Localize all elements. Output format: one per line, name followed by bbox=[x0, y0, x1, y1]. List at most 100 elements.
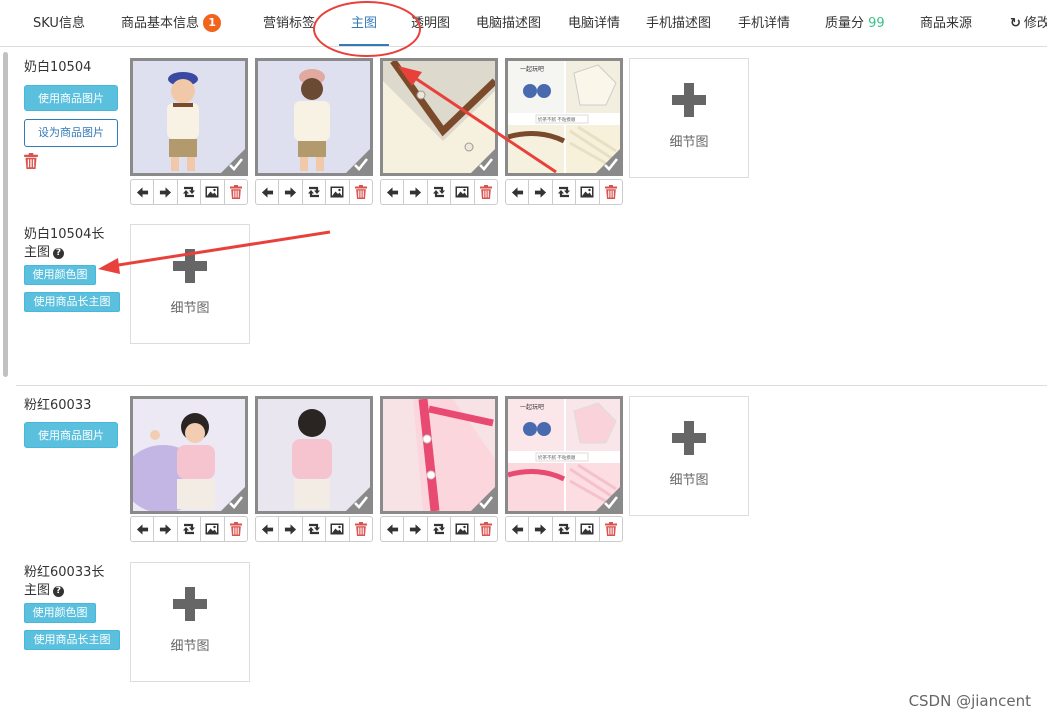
move-left-button[interactable] bbox=[256, 517, 280, 541]
edit-picture-button[interactable] bbox=[326, 517, 350, 541]
move-right-button[interactable] bbox=[404, 180, 428, 204]
scrollbar-thumb[interactable] bbox=[3, 52, 8, 377]
set-product-images-button[interactable]: 设为商品图片 bbox=[24, 119, 118, 147]
use-color-image-button[interactable]: 使用颜色图 bbox=[24, 265, 96, 285]
delete-image-button[interactable] bbox=[350, 517, 372, 541]
tab-transparent-image[interactable]: 透明图 bbox=[411, 0, 450, 46]
delete-image-button[interactable] bbox=[600, 180, 622, 204]
replace-button[interactable] bbox=[428, 517, 452, 541]
edit-picture-button[interactable] bbox=[576, 517, 600, 541]
trash-icon bbox=[354, 522, 367, 536]
add-long-image-button[interactable]: 细节图 bbox=[130, 562, 250, 682]
tab-edit[interactable]: ↻ 修改 bbox=[1010, 0, 1047, 46]
add-detail-image-button[interactable]: 细节图 bbox=[629, 58, 749, 178]
move-left-button[interactable] bbox=[506, 180, 530, 204]
selected-check-icon bbox=[343, 484, 370, 511]
edit-picture-button[interactable] bbox=[451, 517, 475, 541]
edit-picture-button[interactable] bbox=[576, 180, 600, 204]
delete-image-button[interactable] bbox=[225, 517, 247, 541]
move-left-button[interactable] bbox=[506, 517, 530, 541]
use-color-image-button[interactable]: 使用颜色图 bbox=[24, 603, 96, 623]
image-toolbar bbox=[130, 179, 248, 205]
edit-picture-button[interactable] bbox=[201, 180, 225, 204]
use-product-images-button[interactable]: 使用商品图片 bbox=[24, 422, 118, 448]
question-icon[interactable]: ? bbox=[53, 586, 65, 597]
tab-mobile-detail[interactable]: 手机详情 bbox=[738, 0, 790, 46]
trash-icon bbox=[604, 522, 617, 536]
count-badge: 1 bbox=[203, 13, 222, 32]
selected-check-icon bbox=[593, 484, 620, 511]
move-right-button[interactable] bbox=[404, 517, 428, 541]
move-right-button[interactable] bbox=[279, 517, 303, 541]
product-image-thumbnail[interactable] bbox=[130, 58, 248, 176]
tab-marketing-tags[interactable]: 营销标签 bbox=[263, 0, 315, 46]
delete-image-button[interactable] bbox=[475, 180, 497, 204]
arrow-right-icon bbox=[160, 186, 172, 198]
replace-button[interactable] bbox=[178, 180, 202, 204]
tab-product-source[interactable]: 商品来源 bbox=[920, 0, 972, 46]
arrow-left-icon bbox=[136, 523, 148, 535]
move-left-button[interactable] bbox=[381, 180, 405, 204]
image-toolbar bbox=[130, 516, 248, 542]
use-product-long-image-button[interactable]: 使用商品长主图 bbox=[24, 630, 120, 650]
replace-button[interactable] bbox=[303, 517, 327, 541]
add-detail-image-label: 细节图 bbox=[669, 135, 709, 150]
delete-image-button[interactable] bbox=[600, 517, 622, 541]
tab-basic-info[interactable]: 商品基本信息 1 bbox=[121, 0, 222, 46]
move-right-button[interactable] bbox=[529, 180, 553, 204]
image-toolbar bbox=[255, 516, 373, 542]
use-product-images-button[interactable]: 使用商品图片 bbox=[24, 85, 118, 111]
arrow-left-icon bbox=[261, 523, 273, 535]
tab-sku-info[interactable]: SKU信息 bbox=[33, 0, 85, 46]
replace-button[interactable] bbox=[553, 517, 577, 541]
scrollbar[interactable] bbox=[0, 47, 12, 722]
trash-icon bbox=[229, 185, 242, 199]
arrow-left-icon bbox=[386, 523, 398, 535]
tab-label: 修改 bbox=[1023, 16, 1047, 31]
delete-image-button[interactable] bbox=[350, 180, 372, 204]
move-left-button[interactable] bbox=[381, 517, 405, 541]
product-image-thumbnail[interactable] bbox=[255, 396, 373, 514]
edit-picture-button[interactable] bbox=[451, 180, 475, 204]
retweet-icon bbox=[431, 523, 447, 535]
move-right-button[interactable] bbox=[279, 180, 303, 204]
replace-button[interactable] bbox=[428, 180, 452, 204]
delete-image-button[interactable] bbox=[475, 517, 497, 541]
question-icon[interactable]: ? bbox=[53, 248, 65, 259]
move-right-button[interactable] bbox=[529, 517, 553, 541]
tab-main-image[interactable]: 主图 bbox=[338, 0, 390, 46]
tab-mobile-desc-image[interactable]: 手机描述图 bbox=[646, 0, 711, 46]
edit-picture-button[interactable] bbox=[326, 180, 350, 204]
replace-button[interactable] bbox=[178, 517, 202, 541]
product-image-thumbnail[interactable]: 一起玩吧 奶茶不腻 不粘摸顺 bbox=[505, 396, 623, 514]
arrow-left-icon bbox=[511, 186, 523, 198]
delete-image-button[interactable] bbox=[225, 180, 247, 204]
plus-icon bbox=[173, 587, 207, 621]
replace-button[interactable] bbox=[303, 180, 327, 204]
move-right-button[interactable] bbox=[154, 517, 178, 541]
add-long-image-button[interactable]: 细节图 bbox=[130, 224, 250, 344]
product-image-thumbnail[interactable]: 一起玩吧 奶茶不腻 不粘摸顺 bbox=[505, 58, 623, 176]
product-image-thumbnail[interactable] bbox=[130, 396, 248, 514]
move-left-button[interactable] bbox=[131, 517, 155, 541]
edit-picture-button[interactable] bbox=[201, 517, 225, 541]
product-image-thumbnail[interactable] bbox=[380, 396, 498, 514]
move-left-button[interactable] bbox=[256, 180, 280, 204]
arrow-left-icon bbox=[386, 186, 398, 198]
product-image-thumbnail[interactable] bbox=[255, 58, 373, 176]
tab-quality-score[interactable]: 质量分 99 bbox=[825, 0, 885, 46]
product-image-thumbnail[interactable] bbox=[380, 58, 498, 176]
replace-button[interactable] bbox=[553, 180, 577, 204]
move-left-button[interactable] bbox=[131, 180, 155, 204]
tab-label: 电脑详情 bbox=[568, 16, 621, 31]
sku-long-image-name: 粉红60033长 主图? bbox=[24, 564, 104, 600]
move-right-button[interactable] bbox=[154, 180, 178, 204]
delete-sku-images-trash-icon[interactable] bbox=[24, 153, 38, 169]
tab-pc-detail[interactable]: 电脑详情 bbox=[568, 0, 620, 46]
image-toolbar bbox=[380, 516, 498, 542]
arrow-right-icon bbox=[285, 186, 297, 198]
add-detail-image-button[interactable]: 细节图 bbox=[629, 396, 749, 516]
tab-pc-desc-image[interactable]: 电脑描述图 bbox=[476, 0, 541, 46]
arrow-right-icon bbox=[535, 523, 547, 535]
use-product-long-image-button[interactable]: 使用商品长主图 bbox=[24, 292, 120, 312]
